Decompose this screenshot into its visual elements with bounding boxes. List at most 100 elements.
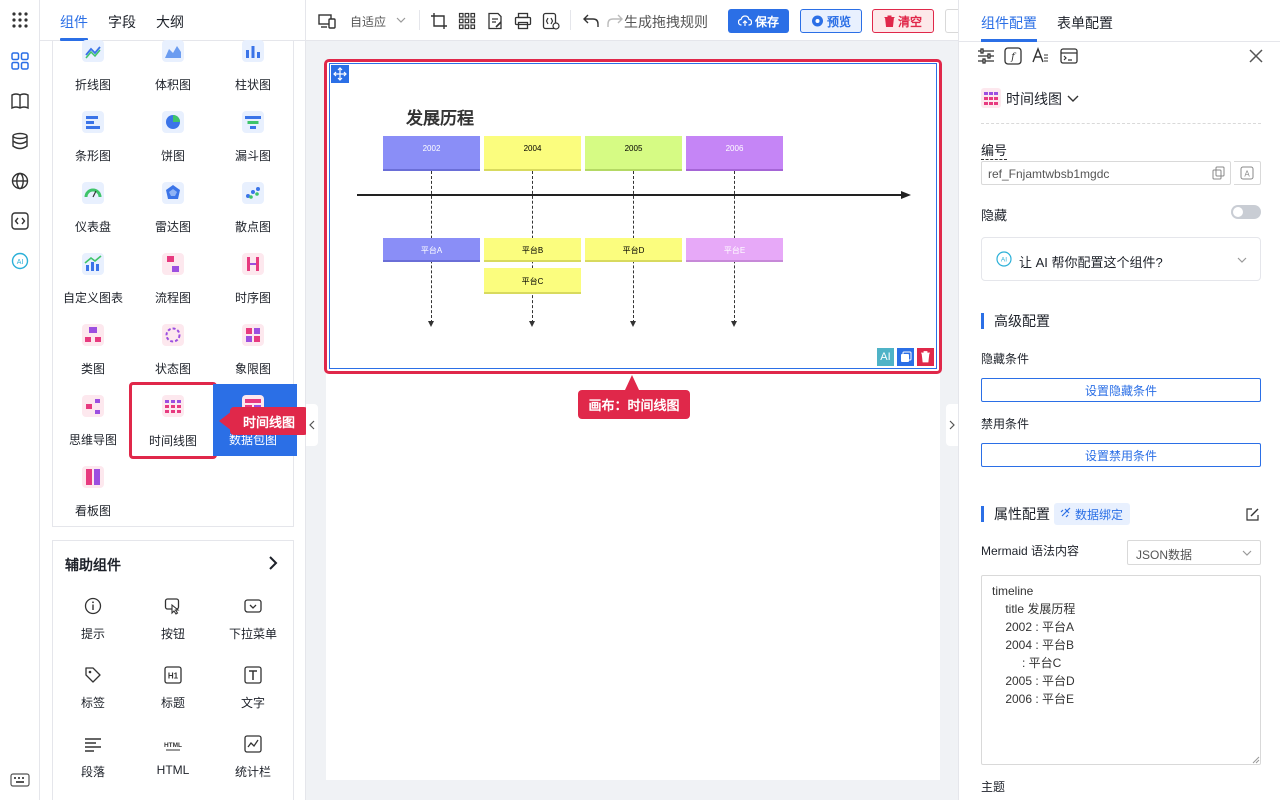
components-panel: 组件 字段 大纲 折线图 体积图 柱状图 条形图 饼图 漏斗图 仪表盘 雷达图 … (40, 0, 306, 800)
printer-icon[interactable] (514, 12, 532, 30)
id-label: 编号 (981, 140, 1008, 160)
component-flowchart[interactable]: 流程图 (133, 253, 213, 323)
component-custom-chart[interactable]: 自定义图表 (53, 253, 133, 323)
set-disable-condition-button[interactable]: 设置禁用条件 (981, 443, 1261, 467)
component-kanban[interactable]: 看板图 (53, 466, 133, 536)
chevron-right-icon[interactable] (267, 556, 279, 570)
globe-icon[interactable] (10, 171, 30, 191)
component-button[interactable]: 按钮 (133, 597, 213, 657)
component-sequence-diagram[interactable]: 时序图 (213, 253, 293, 323)
component-tag[interactable]: 标签 (53, 666, 133, 726)
grid-icon[interactable] (458, 12, 476, 30)
ai-action-icon[interactable]: AI (877, 348, 894, 366)
id-field[interactable]: ref_Fnjamtwbsb1mgdc (981, 161, 1231, 185)
crop-icon[interactable] (430, 12, 448, 30)
sequence-diagram-icon (242, 253, 264, 275)
line-chart-icon (82, 40, 104, 62)
script-icon[interactable] (1060, 47, 1078, 65)
component-dropdown[interactable]: 下拉菜单 (213, 597, 293, 657)
device-icon[interactable] (318, 12, 336, 30)
component-tip[interactable]: 提示 (53, 597, 133, 657)
component-radar-chart[interactable]: 雷达图 (133, 182, 213, 252)
component-scatter-chart[interactable]: 散点图 (213, 182, 293, 252)
horizontal-bar-chart-icon (82, 111, 104, 133)
book-icon[interactable] (10, 91, 30, 111)
component-text[interactable]: 文字 (213, 666, 293, 726)
chevron-down-icon[interactable] (395, 14, 407, 26)
set-hide-condition-button[interactable]: 设置隐藏条件 (981, 378, 1261, 402)
component-heading[interactable]: H1 标题 (133, 666, 213, 726)
gauge-icon (82, 182, 104, 204)
component-class-diagram[interactable]: 类图 (53, 324, 133, 394)
function-icon[interactable]: f (1004, 47, 1022, 65)
format-select[interactable]: JSON数据 (1127, 540, 1261, 565)
editor-toolbar: 自适应 生成拖拽规则 保存 预览 清空 (306, 0, 959, 41)
component-html[interactable]: HTML HTML (133, 735, 213, 795)
tab-fields[interactable]: 字段 (108, 12, 136, 32)
hidden-label: 隐藏 (981, 208, 1008, 223)
ai-config-collapse[interactable]: AI 让 AI 帮你配置这个组件? (981, 237, 1261, 281)
apps-grid-icon[interactable] (10, 10, 30, 30)
keyboard-icon[interactable] (10, 770, 30, 790)
component-line-chart[interactable]: 折线图 (53, 40, 133, 110)
chevron-down-icon[interactable] (1066, 91, 1080, 105)
canvas-callout-text: 画布：时间线图 (578, 390, 690, 419)
ai-assistant-icon[interactable]: AI (10, 251, 30, 271)
mermaid-code-editor[interactable]: timeline title 发展历程 2002 : 平台A 2004 : 平台… (981, 575, 1261, 765)
data-binding-tag[interactable]: 数据绑定 (1054, 503, 1131, 525)
undo-icon[interactable] (582, 12, 600, 30)
component-paragraph[interactable]: 段落 (53, 735, 133, 795)
save-button[interactable]: 保存 (728, 9, 789, 33)
resize-handle-icon[interactable] (1252, 756, 1260, 764)
component-pie-chart[interactable]: 饼图 (133, 111, 213, 181)
tab-outline[interactable]: 大纲 (156, 12, 184, 32)
database-icon[interactable] (10, 131, 30, 151)
collapse-left-panel-button[interactable] (306, 404, 318, 446)
tab-form-config[interactable]: 表单配置 (1057, 13, 1113, 33)
font-a-icon[interactable]: A (1234, 161, 1261, 185)
timeline-component[interactable]: 发展历程 2002 2004 2005 2006 平台A 平台B 平台C 平台D… (329, 63, 937, 369)
components-icon[interactable] (10, 51, 30, 71)
timeline-icon (981, 88, 1001, 108)
edit-document-icon[interactable] (486, 12, 504, 30)
component-type-select[interactable]: 时间线图 (1006, 89, 1062, 109)
drag-hint-callout: 时间线图 (216, 407, 308, 435)
hidden-toggle[interactable] (1231, 205, 1261, 219)
more-button[interactable] (945, 9, 959, 33)
timeline-event-box: 平台A (383, 238, 480, 262)
component-mindmap[interactable]: 思维导图 (53, 395, 133, 465)
kanban-icon (82, 466, 104, 488)
delete-icon[interactable] (917, 348, 934, 366)
generate-drag-rule-button[interactable]: 生成拖拽规则 (624, 12, 708, 32)
drag-callout-text: 时间线图 (230, 407, 308, 435)
edit-icon[interactable] (1245, 507, 1260, 522)
toolbar-divider (570, 10, 571, 30)
advanced-config-title: 高级配置 (981, 313, 1050, 329)
redo-icon[interactable] (606, 12, 624, 30)
svg-text:HTML: HTML (164, 742, 182, 749)
component-area-chart[interactable]: 体积图 (133, 40, 213, 110)
tab-component-config[interactable]: 组件配置 (981, 13, 1037, 33)
copy-icon[interactable] (1212, 166, 1226, 180)
component-statistic[interactable]: 统计栏 (213, 735, 293, 795)
component-timeline[interactable]: 时间线图 (129, 382, 217, 459)
font-style-icon[interactable] (1031, 47, 1049, 65)
preview-button[interactable]: 预览 (800, 9, 862, 33)
config-tabs: 组件配置 表单配置 (959, 0, 1280, 42)
component-funnel-chart[interactable]: 漏斗图 (213, 111, 293, 181)
zoom-select[interactable]: 自适应 (350, 13, 386, 30)
clear-button[interactable]: 清空 (872, 9, 934, 33)
timeline-arrowheads (428, 321, 737, 327)
code-icon[interactable] (10, 211, 30, 231)
collapse-right-panel-button[interactable] (946, 404, 958, 446)
tab-components[interactable]: 组件 (60, 12, 88, 32)
code-json-icon[interactable] (542, 12, 560, 30)
timeline-event-box: 平台B (484, 238, 581, 262)
copy-icon[interactable] (897, 348, 914, 366)
component-horizontal-bar-chart[interactable]: 条形图 (53, 111, 133, 181)
text-icon (244, 666, 262, 684)
component-gauge[interactable]: 仪表盘 (53, 182, 133, 252)
close-icon[interactable] (1249, 49, 1263, 63)
sliders-icon[interactable] (977, 47, 995, 65)
component-bar-chart[interactable]: 柱状图 (213, 40, 293, 110)
